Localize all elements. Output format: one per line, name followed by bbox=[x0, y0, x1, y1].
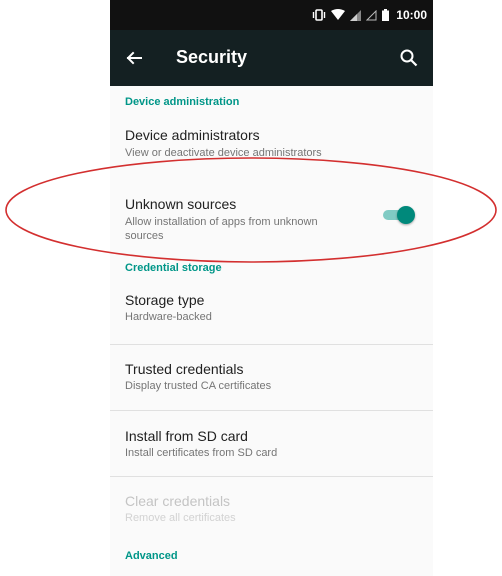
install-from-sd-card-item[interactable]: Install from SD card Install certificate… bbox=[110, 411, 433, 477]
status-bar: 10:00 bbox=[110, 0, 433, 30]
item-title: Trusted credentials bbox=[125, 361, 244, 377]
item-subtitle: Install certificates from SD card bbox=[125, 447, 278, 459]
unknown-sources-toggle[interactable] bbox=[381, 205, 415, 225]
battery-icon bbox=[382, 9, 390, 21]
item-title: Device administrators bbox=[125, 127, 260, 143]
unknown-sources-item[interactable]: Unknown sources Allow installation of ap… bbox=[110, 175, 433, 271]
storage-type-item: Storage type Hardware-backed bbox=[110, 287, 433, 345]
phone-screen: 10:00 Security Device administration Dev… bbox=[110, 0, 433, 576]
section-header-advanced: Advanced bbox=[125, 550, 178, 562]
app-bar: Security bbox=[110, 30, 433, 86]
item-subtitle: View or deactivate device administrators bbox=[125, 147, 322, 159]
item-subtitle: Hardware-backed bbox=[125, 311, 212, 323]
section-header-device-administration: Device administration bbox=[125, 96, 240, 108]
item-subtitle: Remove all certificates bbox=[125, 512, 236, 524]
toggle-thumb bbox=[397, 206, 415, 224]
item-subtitle: sources bbox=[125, 230, 164, 242]
settings-list: Device administration Device administrat… bbox=[110, 86, 433, 563]
clear-credentials-item: Clear credentials Remove all certificate… bbox=[110, 477, 433, 545]
trusted-credentials-item[interactable]: Trusted credentials Display trusted CA c… bbox=[110, 345, 433, 411]
vibrate-icon bbox=[312, 9, 326, 21]
status-icons: 10:00 bbox=[312, 6, 427, 24]
device-administrators-item[interactable]: Device administrators View or deactivate… bbox=[110, 117, 433, 175]
signal-icon bbox=[366, 9, 377, 21]
item-title: Install from SD card bbox=[125, 428, 248, 444]
item-title: Clear credentials bbox=[125, 493, 231, 509]
status-time: 10:00 bbox=[396, 8, 427, 22]
signal-icon bbox=[350, 9, 362, 21]
item-title: Storage type bbox=[125, 292, 205, 308]
search-icon[interactable] bbox=[397, 46, 421, 70]
wifi-icon bbox=[331, 9, 346, 21]
item-subtitle: Display trusted CA certificates bbox=[125, 380, 272, 392]
page-title: Security bbox=[176, 47, 248, 67]
arrow-back-icon[interactable] bbox=[122, 46, 146, 70]
